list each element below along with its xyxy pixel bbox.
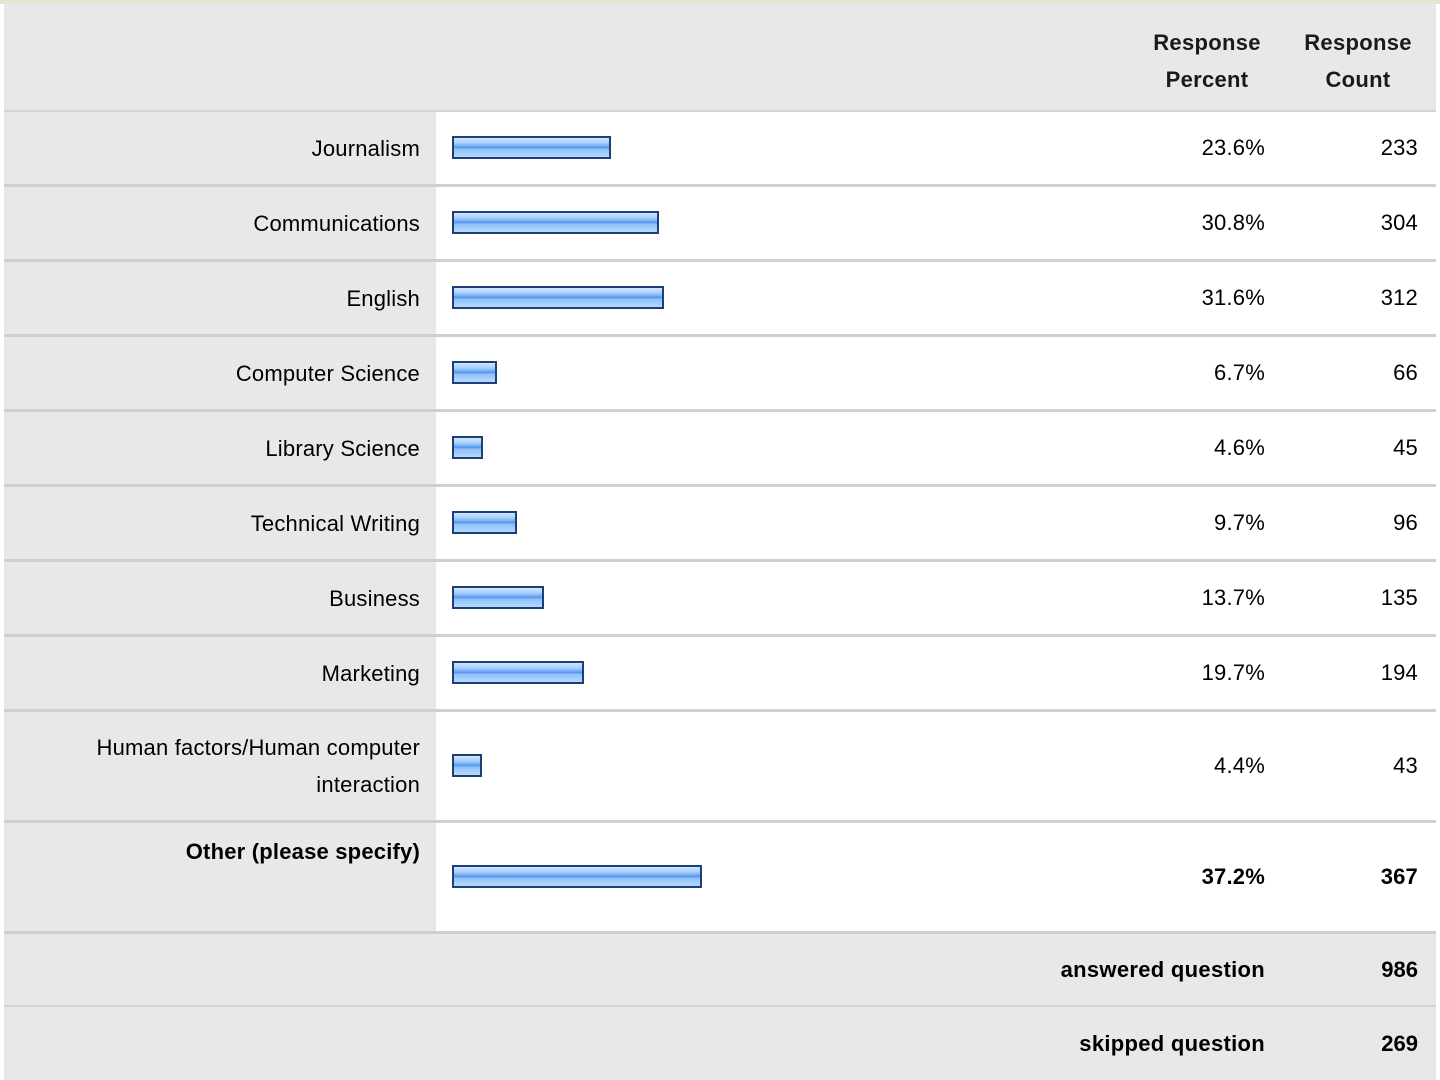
- response-percent: 19.7%: [1201, 660, 1265, 685]
- table-row: English 31.6% 312: [4, 262, 1436, 337]
- table-row: Marketing 19.7% 194: [4, 637, 1436, 712]
- table-header: Response Percent Response Count: [4, 4, 1436, 112]
- bar-cell: [452, 487, 1132, 559]
- response-percent: 31.6%: [1201, 285, 1265, 310]
- response-percent-header-line2: Percent: [1165, 67, 1249, 92]
- response-bar: [452, 865, 702, 888]
- row-label: Technical Writing: [4, 487, 436, 559]
- bar-cell: [452, 712, 1132, 820]
- table-row: Human factors/Human computer interaction…: [4, 712, 1436, 823]
- response-count-header-line1: Response: [1304, 30, 1412, 55]
- bar-cell: [452, 262, 1132, 334]
- response-count: 233: [1380, 135, 1418, 160]
- answered-question-value: 986: [1381, 956, 1418, 982]
- row-label: Communications: [4, 187, 436, 259]
- response-count: 135: [1380, 585, 1418, 610]
- row-label: Library Science: [4, 412, 436, 484]
- response-bar: [452, 136, 611, 159]
- response-percent: 30.8%: [1201, 210, 1265, 235]
- bar-cell: [452, 187, 1132, 259]
- response-count: 312: [1380, 285, 1418, 310]
- response-percent: 4.6%: [1214, 435, 1265, 460]
- response-count: 43: [1393, 753, 1418, 778]
- table-row: Library Science 4.6% 45: [4, 412, 1436, 487]
- table-row: Journalism 23.6% 233: [4, 112, 1436, 187]
- row-label: English: [4, 262, 436, 334]
- response-percent-header: Response Percent: [1142, 24, 1272, 98]
- response-bar: [452, 436, 483, 459]
- answered-question-label: answered question: [1060, 956, 1265, 982]
- row-label: Marketing: [4, 637, 436, 709]
- response-count: 96: [1393, 510, 1418, 535]
- response-count: 304: [1380, 210, 1418, 235]
- response-bar: [452, 211, 659, 234]
- response-bar: [452, 754, 482, 777]
- response-bar: [452, 286, 664, 309]
- response-count-header: Response Count: [1292, 24, 1424, 98]
- table-row: Business 13.7% 135: [4, 562, 1436, 637]
- bar-cell: [452, 337, 1132, 409]
- skipped-question-label: skipped question: [1079, 1030, 1265, 1056]
- response-percent: 13.7%: [1201, 585, 1265, 610]
- row-label: Other (please specify): [4, 823, 436, 931]
- table-row: Other (please specify) 37.2% 367: [4, 823, 1436, 934]
- table-row: Computer Science 6.7% 66: [4, 337, 1436, 412]
- response-percent: 9.7%: [1214, 510, 1265, 535]
- response-count: 45: [1393, 435, 1418, 460]
- table-row: Technical Writing 9.7% 96: [4, 487, 1436, 562]
- response-bar: [452, 586, 544, 609]
- response-count: 367: [1380, 864, 1418, 889]
- bar-cell: [452, 112, 1132, 184]
- skipped-question-value: 269: [1381, 1030, 1418, 1056]
- response-count: 66: [1393, 360, 1418, 385]
- response-bar: [452, 361, 497, 384]
- table-row: Communications 30.8% 304: [4, 187, 1436, 262]
- response-percent-header-line1: Response: [1153, 30, 1261, 55]
- response-percent: 4.4%: [1214, 753, 1265, 778]
- response-count: 194: [1380, 660, 1418, 685]
- row-label: Journalism: [4, 112, 436, 184]
- answered-question-row: answered question 986: [4, 934, 1436, 1007]
- row-label: Human factors/Human computer interaction: [4, 712, 436, 820]
- survey-results-table: Response Percent Response Count Journali…: [4, 4, 1436, 1080]
- response-count-header-line2: Count: [1325, 67, 1391, 92]
- bar-cell: [452, 412, 1132, 484]
- bar-cell: [452, 637, 1132, 709]
- response-bar: [452, 661, 584, 684]
- bar-cell: [452, 823, 1132, 931]
- response-percent: 37.2%: [1201, 864, 1265, 889]
- bar-cell: [452, 562, 1132, 634]
- skipped-question-row: skipped question 269: [4, 1007, 1436, 1080]
- row-label: Business: [4, 562, 436, 634]
- row-label: Computer Science: [4, 337, 436, 409]
- data-rows: Journalism 23.6% 233 Communications 30.8% 304…: [4, 112, 1436, 934]
- response-percent: 23.6%: [1201, 135, 1265, 160]
- response-bar: [452, 511, 517, 534]
- response-percent: 6.7%: [1214, 360, 1265, 385]
